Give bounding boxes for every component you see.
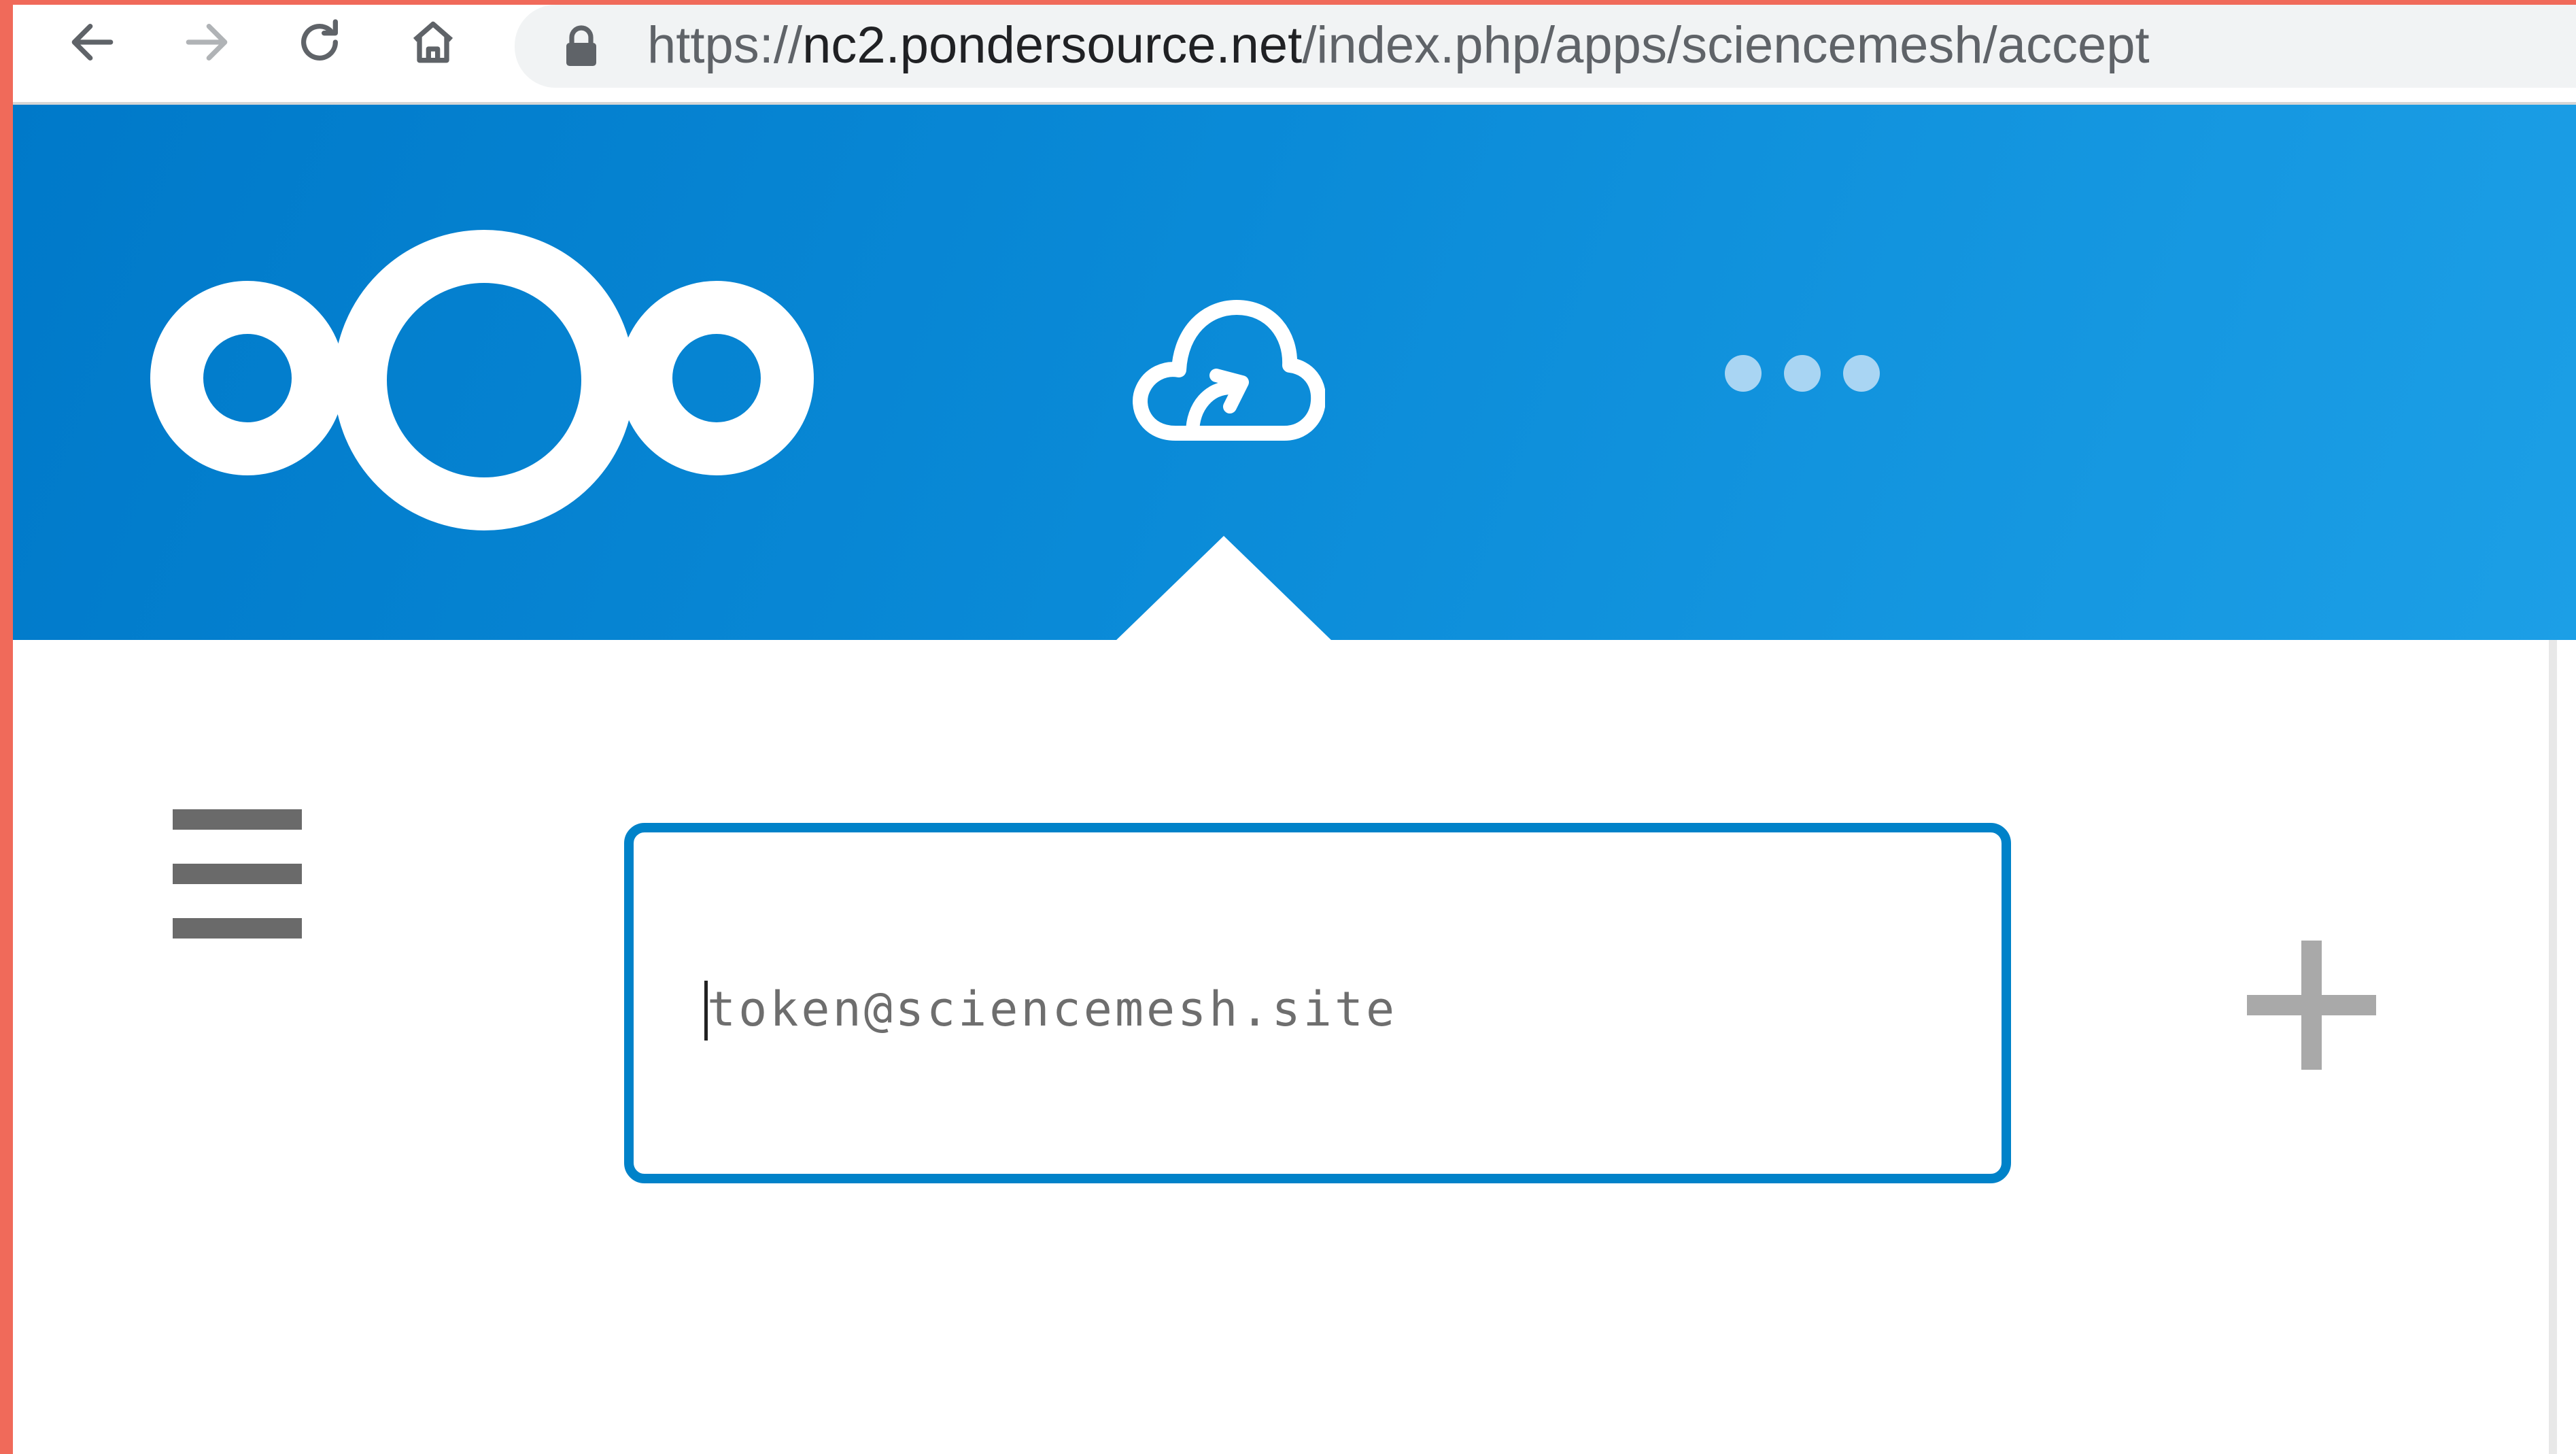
- scrollbar-track[interactable]: [2549, 640, 2557, 1454]
- address-bar[interactable]: https://nc2.pondersource.net/index.php/a…: [515, 5, 2576, 88]
- window-border-top: [0, 0, 2576, 5]
- cloud-upload-icon[interactable]: [1128, 280, 1325, 450]
- token-input[interactable]: [707, 968, 1931, 1050]
- navigation-toggle-button[interactable]: [173, 809, 302, 939]
- hamburger-icon: [173, 918, 302, 939]
- reload-icon: [301, 19, 338, 61]
- active-app-indicator: [1115, 536, 1333, 641]
- more-dots-icon[interactable]: [1716, 350, 1893, 397]
- reload-button[interactable]: [282, 5, 357, 80]
- nextcloud-logo[interactable]: [149, 227, 819, 533]
- home-button[interactable]: [396, 5, 470, 80]
- app-header: [13, 105, 2576, 641]
- back-button[interactable]: [55, 5, 130, 80]
- hamburger-icon: [173, 809, 302, 830]
- forward-arrow-icon: [186, 24, 228, 61]
- url-text: https://nc2.pondersource.net/index.php/a…: [647, 16, 2150, 75]
- url-host: nc2.pondersource.net: [802, 16, 1303, 74]
- browser-toolbar: https://nc2.pondersource.net/index.php/a…: [13, 5, 2576, 103]
- hamburger-icon: [173, 864, 302, 884]
- back-arrow-icon: [71, 24, 114, 61]
- home-icon: [413, 21, 453, 63]
- forward-button[interactable]: [169, 5, 244, 80]
- url-scheme: https://: [647, 16, 803, 74]
- text-caret: [704, 981, 708, 1041]
- page: https://nc2.pondersource.net/index.php/a…: [0, 0, 2576, 1454]
- add-button[interactable]: [2244, 939, 2380, 1075]
- url-path: /index.php/apps/sciencemesh/accept: [1302, 16, 2150, 74]
- window-border-left: [0, 0, 13, 1454]
- lock-icon: [566, 25, 596, 66]
- token-input-box[interactable]: [624, 823, 2011, 1183]
- plus-icon: [2301, 941, 2322, 1070]
